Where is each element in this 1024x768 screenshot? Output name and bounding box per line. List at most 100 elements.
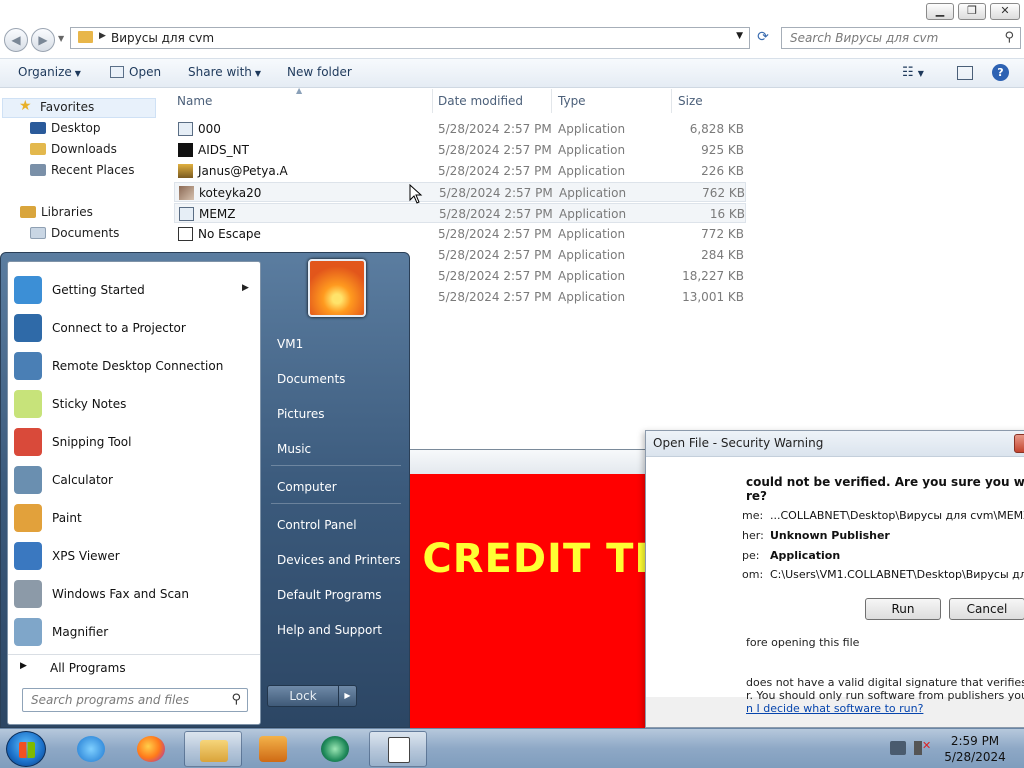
breadcrumb-folder[interactable]: Вирусы для cvm xyxy=(111,31,214,45)
start-search-input[interactable]: Search programs and files ⚲ xyxy=(22,688,248,712)
forward-button[interactable]: ▶ xyxy=(31,28,55,52)
remote-desktop-icon xyxy=(14,352,42,380)
share-with-button[interactable]: Share with ▼ xyxy=(188,65,261,79)
warning-text: does not have a valid digital signature … xyxy=(746,676,1024,689)
program-connect-projector[interactable]: Connect to a Projector xyxy=(8,310,260,346)
address-dropdown-icon[interactable]: ▼ xyxy=(736,31,743,41)
minimize-button[interactable]: ▁ xyxy=(926,3,954,20)
file-date: 5/28/2024 2:57 PM xyxy=(438,143,552,157)
start-right-music[interactable]: Music xyxy=(277,442,311,456)
shutdown-options-icon[interactable]: ▶ xyxy=(338,686,356,706)
start-button[interactable] xyxy=(6,731,46,767)
file-date: 5/28/2024 2:57 PM xyxy=(438,269,552,283)
column-separator[interactable] xyxy=(551,89,552,113)
maximize-button[interactable]: ❐ xyxy=(958,3,986,20)
start-right-separator xyxy=(271,503,401,504)
taskbar-firefox[interactable] xyxy=(122,731,180,767)
application-icon xyxy=(179,207,194,221)
search-icon[interactable]: ⚲ xyxy=(231,692,241,707)
network-icon[interactable] xyxy=(890,741,906,755)
always-ask-checkbox-label[interactable]: fore opening this file xyxy=(746,636,859,649)
column-date-modified[interactable]: Date modified xyxy=(438,94,523,108)
file-row[interactable]: Janus@Petya.A 5/28/2024 2:57 PM Applicat… xyxy=(174,161,746,181)
start-right-devices-printers[interactable]: Devices and Printers xyxy=(277,553,401,567)
nav-favorites-label: Favorites xyxy=(40,100,95,114)
column-separator[interactable] xyxy=(671,89,672,113)
taskbar-ie[interactable] xyxy=(62,731,120,767)
file-size: 13,001 KB xyxy=(682,290,744,304)
file-row[interactable]: No Escape 5/28/2024 2:57 PM Application … xyxy=(174,224,746,244)
file-row[interactable]: MEMZ 5/28/2024 2:57 PM Application 16 KB xyxy=(174,203,746,223)
start-right-control-panel[interactable]: Control Panel xyxy=(277,518,357,532)
column-size[interactable]: Size xyxy=(678,94,703,108)
address-bar[interactable]: ▶ Вирусы для cvm ▼ xyxy=(70,27,750,49)
new-folder-button[interactable]: New folder xyxy=(287,65,352,79)
help-link[interactable]: n I decide what software to run? xyxy=(746,702,923,715)
refresh-icon[interactable]: ⟳ xyxy=(752,29,774,49)
taskbar-running-app[interactable] xyxy=(369,731,427,767)
program-label: Calculator xyxy=(52,473,113,487)
nav-favorites[interactable]: ★ Favorites xyxy=(19,98,95,114)
program-xps-viewer[interactable]: XPS Viewer xyxy=(8,538,260,574)
program-sticky-notes[interactable]: Sticky Notes xyxy=(8,386,260,422)
program-magnifier[interactable]: Magnifier xyxy=(8,614,260,650)
column-separator[interactable] xyxy=(432,89,433,113)
nav-libraries[interactable]: Libraries xyxy=(20,205,93,219)
back-button[interactable]: ◀ xyxy=(4,28,28,52)
start-right-computer[interactable]: Computer xyxy=(277,480,337,494)
close-button[interactable]: ✕ xyxy=(990,3,1020,20)
user-picture[interactable] xyxy=(308,259,366,317)
file-size: 18,227 KB xyxy=(682,269,744,283)
nav-recent-places[interactable]: Recent Places xyxy=(30,163,135,177)
file-size: 284 KB xyxy=(701,248,744,262)
xps-viewer-icon xyxy=(14,542,42,570)
run-button[interactable]: Run xyxy=(865,598,941,620)
taskbar-app[interactable] xyxy=(306,731,364,767)
taskbar-clock[interactable]: 2:59 PM 5/28/2024 xyxy=(940,733,1010,765)
cancel-button[interactable]: Cancel xyxy=(949,598,1024,620)
start-right-documents[interactable]: Documents xyxy=(277,372,345,386)
view-options-icon[interactable]: ☷ ▼ xyxy=(902,65,924,80)
file-row[interactable]: 000 5/28/2024 2:57 PM Application 6,828 … xyxy=(174,119,746,139)
search-input[interactable]: Search Вирусы для cvm ⚲ xyxy=(781,27,1021,49)
column-type[interactable]: Type xyxy=(558,94,586,108)
program-snipping-tool[interactable]: Snipping Tool xyxy=(8,424,260,460)
file-date: 5/28/2024 2:57 PM xyxy=(439,207,553,221)
security-warning-dialog: Open File - Security Warning could not b… xyxy=(645,430,1024,728)
program-getting-started[interactable]: Getting Started ▶ xyxy=(8,272,260,308)
program-fax-scan[interactable]: Windows Fax and Scan xyxy=(8,576,260,612)
field-value-from: C:\Users\VM1.COLLABNET\Desktop\Вирусы дл… xyxy=(770,568,1024,581)
fax-scan-icon xyxy=(14,580,42,608)
nav-desktop[interactable]: Desktop xyxy=(30,121,101,135)
search-icon[interactable]: ⚲ xyxy=(1004,30,1014,45)
preview-pane-icon[interactable] xyxy=(957,66,973,80)
file-row[interactable]: koteyka20 5/28/2024 2:57 PM Application … xyxy=(174,182,746,202)
column-name[interactable]: Name xyxy=(177,94,212,108)
all-programs-button[interactable]: ▶ All Programs xyxy=(8,654,260,680)
taskbar-explorer[interactable] xyxy=(184,731,242,767)
lock-button[interactable]: Lock ▶ xyxy=(267,685,357,707)
dialog-close-button[interactable] xyxy=(1014,434,1024,453)
volume-muted-icon[interactable]: ✕ xyxy=(914,739,931,755)
start-right-help-support[interactable]: Help and Support xyxy=(277,623,382,637)
program-calculator[interactable]: Calculator xyxy=(8,462,260,498)
file-type: Application xyxy=(558,248,626,262)
open-button[interactable]: Open xyxy=(110,65,161,79)
program-remote-desktop[interactable]: Remote Desktop Connection xyxy=(8,348,260,384)
program-paint[interactable]: Paint xyxy=(8,500,260,536)
internet-explorer-icon xyxy=(77,736,105,762)
start-right-user[interactable]: VM1 xyxy=(277,337,303,351)
start-right-default-programs[interactable]: Default Programs xyxy=(277,588,382,602)
nav-downloads[interactable]: Downloads xyxy=(30,142,117,156)
help-icon[interactable]: ? xyxy=(992,64,1009,81)
nav-recent-places-label: Recent Places xyxy=(51,163,135,177)
organize-button[interactable]: Organize ▼ xyxy=(18,65,81,79)
program-label: Getting Started xyxy=(52,283,145,297)
file-row[interactable]: AIDS_NT 5/28/2024 2:57 PM Application 92… xyxy=(174,140,746,160)
start-right-pictures[interactable]: Pictures xyxy=(277,407,325,421)
taskbar-media-player[interactable] xyxy=(244,731,302,767)
security-dialog-titlebar[interactable]: Open File - Security Warning xyxy=(646,431,1024,457)
nav-documents[interactable]: Documents xyxy=(30,226,119,240)
breadcrumb-arrow-icon[interactable]: ▶ xyxy=(99,31,106,41)
recent-pages-icon[interactable]: ▼ xyxy=(58,34,64,43)
